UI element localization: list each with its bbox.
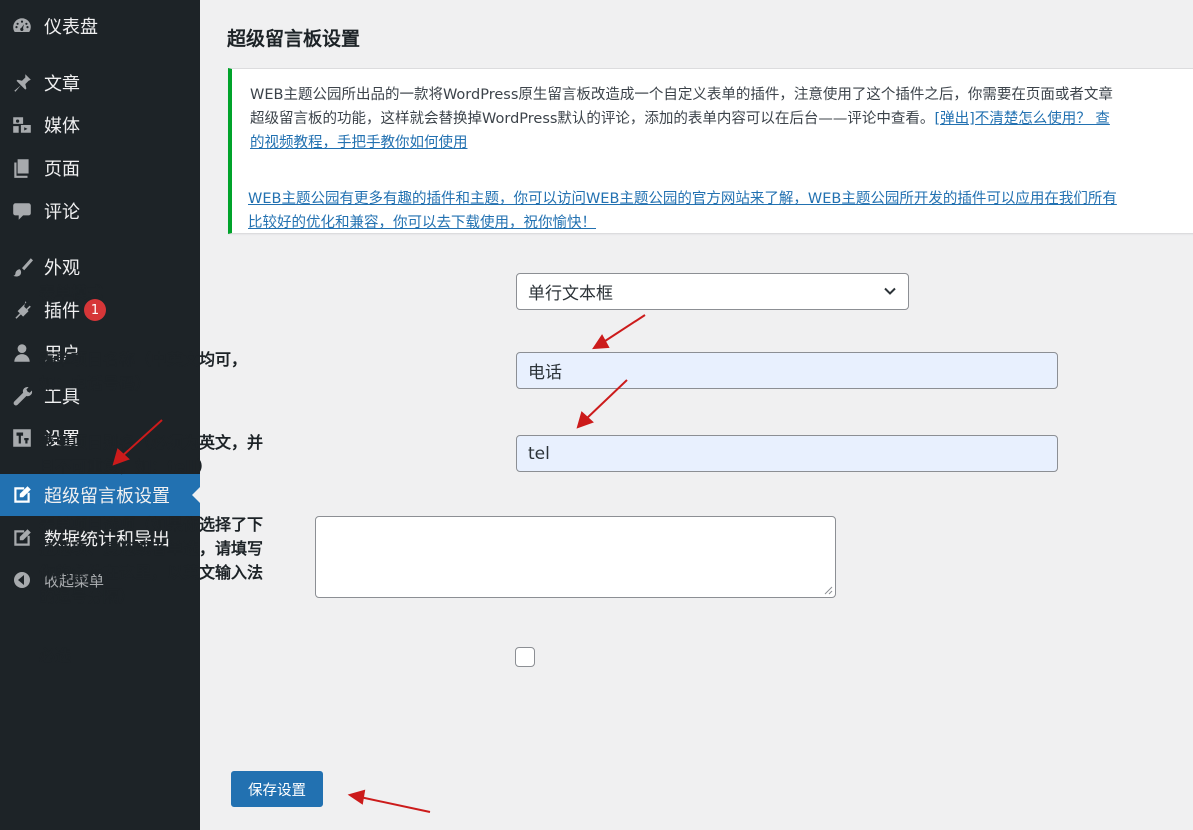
form-mode-label: 表单模式 xyxy=(39,283,104,302)
edit-icon xyxy=(0,527,44,549)
item-name-input[interactable]: 电话 xyxy=(516,352,1058,389)
brush-icon xyxy=(0,256,44,278)
tutorial-popup-link[interactable]: [弹出]不清楚怎么使用？ 查 xyxy=(934,111,1109,127)
sidebar-item-label: 页面 xyxy=(44,159,80,180)
settings-icon xyxy=(0,427,44,449)
sidebar-item-comments[interactable]: 评论 xyxy=(0,190,200,232)
sidebar-item-pages[interactable]: 页面 xyxy=(0,147,200,189)
label-line: 如：电话号码） xyxy=(39,374,152,393)
item-alias-input[interactable]: tel xyxy=(516,435,1058,472)
edit-icon xyxy=(0,484,44,506)
label-line: 表单项目名称（中英文均可， xyxy=(39,350,248,369)
save-settings-button[interactable]: 保存设置 xyxy=(231,771,323,807)
media-icon xyxy=(0,114,44,136)
chevron-down-icon xyxy=(884,287,896,295)
wrench-icon xyxy=(0,385,44,407)
sidebar-item-label: 外观 xyxy=(44,258,80,279)
official-site-link-cont[interactable]: 比较好的优化和兼容，你可以去下载使用，祝你愉快！ xyxy=(248,211,1117,233)
page-title: 超级留言板设置 xyxy=(227,28,361,50)
tutorial-video-link[interactable]: 的视频教程，手把手教你如何使用 xyxy=(250,135,468,151)
collapse-icon xyxy=(0,570,44,590)
required-checkbox[interactable] xyxy=(515,647,535,667)
sidebar-item-super-guestbook-settings[interactable]: 超级留言板设置 xyxy=(0,474,200,516)
admin-sidebar: 仪表盘 文章 媒体 页面 评论 外观 插件 1 用户 工具 设置 超级留言板设置 xyxy=(0,0,200,830)
notice-text-line: 超级留言板的功能，这样就会替换掉WordPress默认的评论，添加的表单内容可以… xyxy=(250,107,1193,131)
sidebar-item-label: 媒体 xyxy=(44,116,80,137)
pages-icon xyxy=(0,157,44,179)
item-options-label: 表单项目选项（如果你选择了下 拉选项、复选或者单选，请填写 你的条件在这里，以英… xyxy=(39,513,263,609)
label-line: 拉选项、复选或者单选，请填写 xyxy=(39,539,264,558)
comment-icon xyxy=(0,200,44,222)
plugin-info-notice: WEB主题公园所出品的一款将WordPress原生留言板改造成一个自定义表单的插… xyxy=(228,68,1193,234)
label-line: 的逗号分隔） xyxy=(39,587,136,606)
sidebar-item-dashboard[interactable]: 仪表盘 xyxy=(0,5,200,47)
notice-description: WEB主题公园所出品的一款将WordPress原生留言板改造成一个自定义表单的插… xyxy=(250,83,1193,155)
notice-promo: WEB主题公园有更多有趣的插件和主题，你可以访问WEB主题公园的官方网站来了解，… xyxy=(248,187,1117,233)
sidebar-item-label: 文章 xyxy=(44,74,80,95)
sidebar-item-posts[interactable]: 文章 xyxy=(0,62,200,104)
form-mode-selected-value: 单行文本框 xyxy=(528,284,613,304)
sidebar-item-label: 仪表盘 xyxy=(44,17,98,38)
main-content: 超级留言板设置 WEB主题公园所出品的一款将WordPress原生留言板改造成一… xyxy=(200,0,1193,830)
official-site-link[interactable]: WEB主题公园有更多有趣的插件和主题，你可以访问WEB主题公园的官方网站来了解，… xyxy=(248,187,1117,211)
item-alias-label: 表单项目别名（必须为英文，并 且不可重复，如：tell） xyxy=(39,431,263,479)
sidebar-item-media[interactable]: 媒体 xyxy=(0,104,200,146)
required-label: 必选 xyxy=(39,646,72,665)
sidebar-item-label: 超级留言板设置 xyxy=(44,486,170,507)
item-name-label: 表单项目名称（中英文均可， 如：电话号码） xyxy=(39,348,247,396)
label-line: 且不可重复，如：tell） xyxy=(39,457,213,476)
label-line: 表单项目别名（必须为英文，并 xyxy=(39,433,264,452)
sidebar-item-label: 评论 xyxy=(44,202,80,223)
notice-text: 超级留言板的功能，这样就会替换掉WordPress默认的评论，添加的表单内容可以… xyxy=(250,111,935,127)
user-icon xyxy=(0,342,44,364)
notice-text-line: WEB主题公园所出品的一款将WordPress原生留言板改造成一个自定义表单的插… xyxy=(250,87,1113,103)
notice-text-line: 的视频教程，手把手教你如何使用 xyxy=(250,131,1193,155)
form-mode-select[interactable]: 单行文本框 xyxy=(516,273,909,310)
pushpin-icon xyxy=(0,72,44,94)
label-line: 你的条件在这里，以英文输入法 xyxy=(39,563,264,582)
resize-grip-icon[interactable] xyxy=(823,585,833,595)
plugin-icon xyxy=(0,299,44,321)
label-line: 表单项目选项（如果你选择了下 xyxy=(39,515,264,534)
dashboard-icon xyxy=(0,15,44,37)
item-options-textarea[interactable] xyxy=(315,516,836,598)
